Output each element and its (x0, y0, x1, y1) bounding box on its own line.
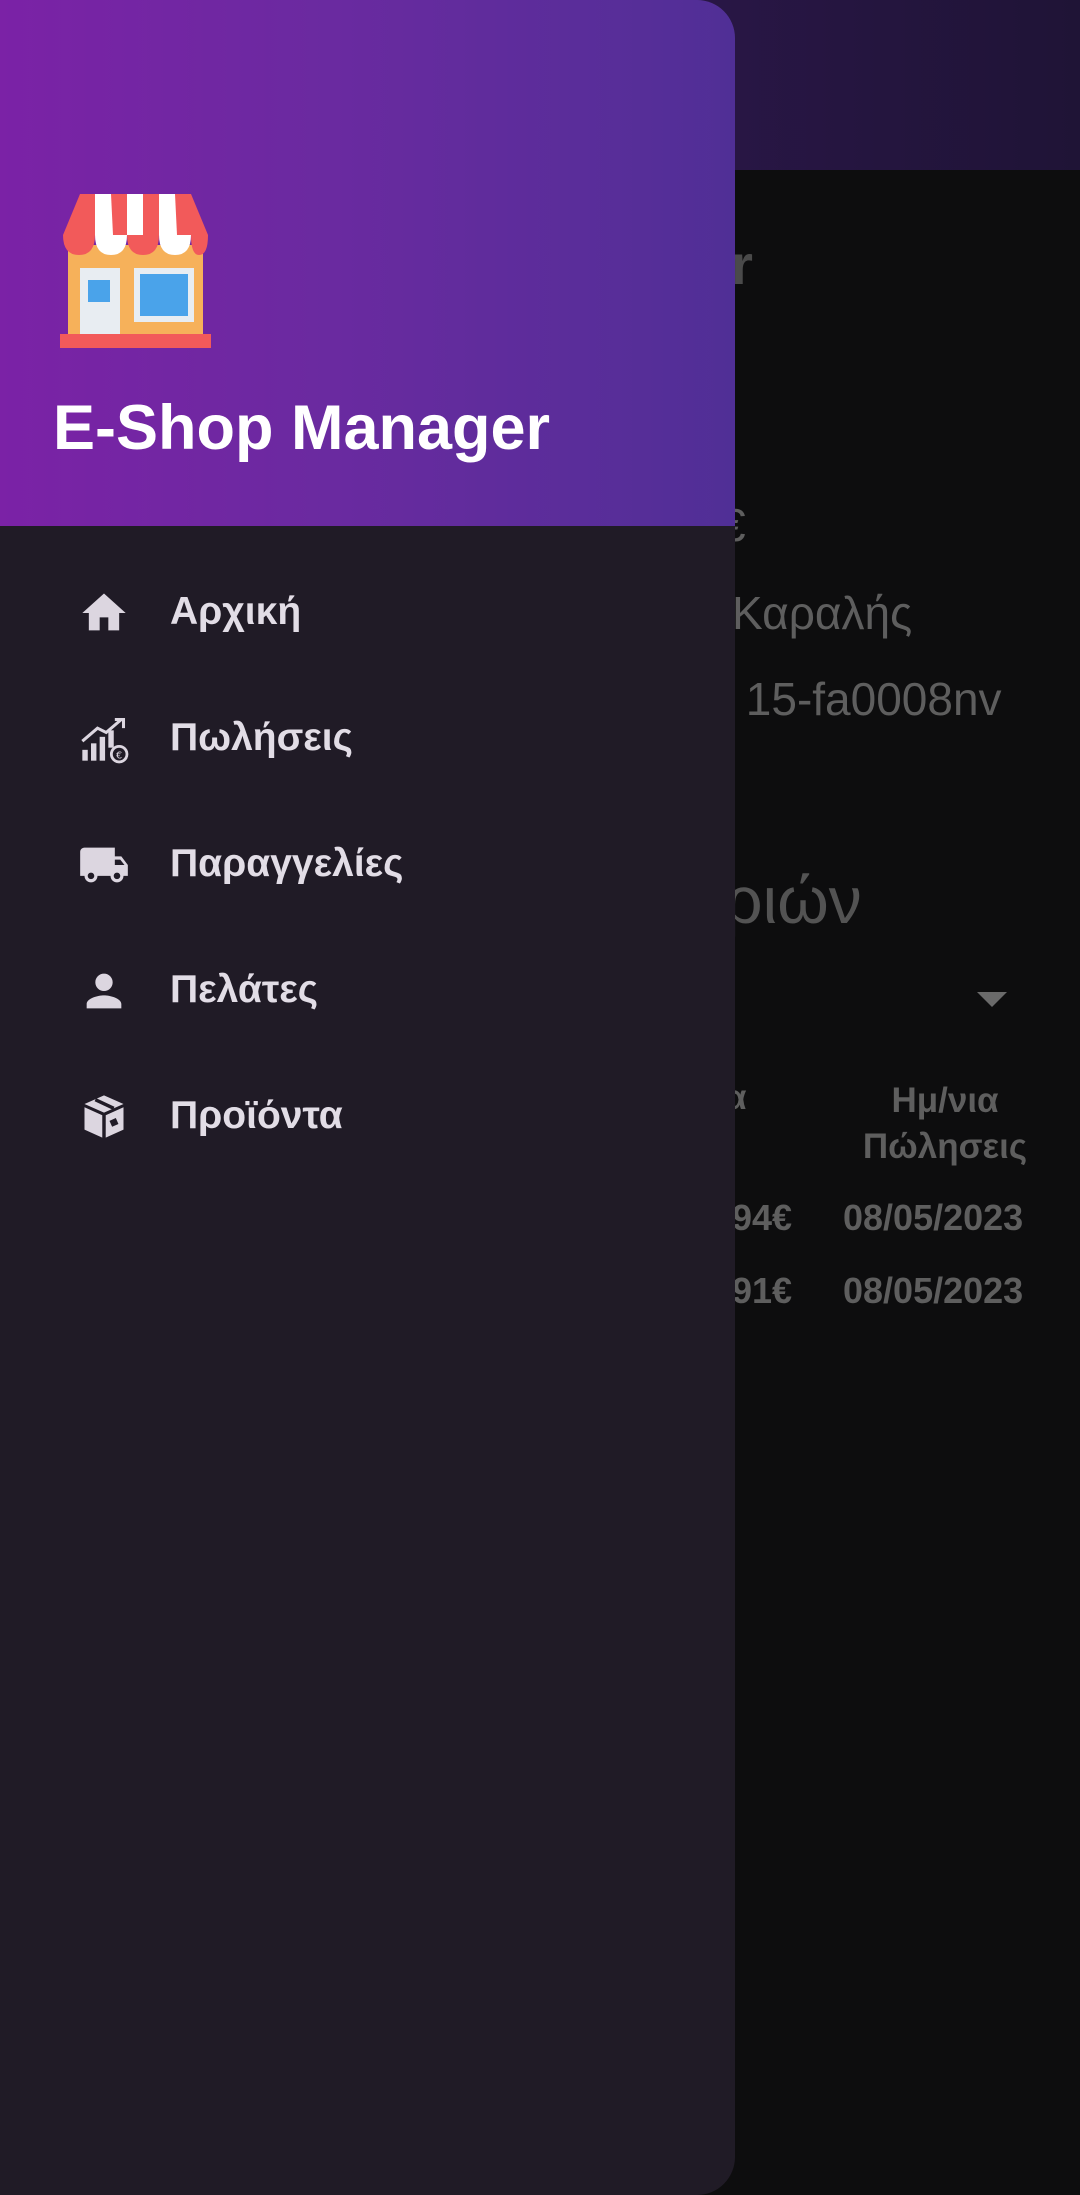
table-row-date: 08/05/2023 (843, 1270, 1024, 1311)
store-icon (60, 194, 211, 348)
table-row-date: 08/05/2023 (843, 1197, 1024, 1238)
nav-item-sales[interactable]: € Πωλήσεις (28, 683, 708, 793)
dropdown-caret-icon[interactable] (977, 992, 1007, 1007)
drawer-header: E-Shop Manager (0, 0, 735, 526)
background-section-title: ριών (725, 863, 862, 937)
table-header-date: Ημ/νια Πώλησεις (862, 1081, 1028, 1166)
nav-item-customers[interactable]: Πελάτες (28, 935, 708, 1045)
svg-text:€: € (116, 751, 122, 762)
home-icon (82, 593, 126, 631)
background-customer: Καραλής (732, 587, 913, 639)
background-product: s 15-fa0008nv (710, 673, 1002, 725)
box-icon (84, 1095, 124, 1138)
person-icon (86, 973, 122, 1009)
app-title: E-Shop Manager (53, 393, 551, 463)
nav-item-label: Πωλήσεις (170, 716, 353, 759)
nav-item-products[interactable]: Προϊόντα (28, 1061, 708, 1171)
nav-item-label: Αρχική (170, 590, 302, 633)
table-row-value: 91€ (732, 1270, 793, 1311)
nav-item-home[interactable]: Αρχική (28, 557, 708, 667)
screen: er € Καραλής s 15-fa0008nv ριών α Ημ/νια… (0, 0, 1080, 2195)
truck-icon (80, 847, 128, 883)
navigation-drawer: E-Shop Manager Αρχική € Πωλήσεις Παραγγε… (0, 0, 735, 2195)
nav-item-label: Πελάτες (170, 968, 319, 1011)
nav-item-label: Προϊόντα (170, 1094, 343, 1137)
sales-chart-icon: € (81, 717, 129, 764)
nav-item-label: Παραγγελίες (170, 842, 404, 885)
nav-item-orders[interactable]: Παραγγελίες (28, 809, 708, 919)
table-row-value: 94€ (732, 1197, 793, 1238)
